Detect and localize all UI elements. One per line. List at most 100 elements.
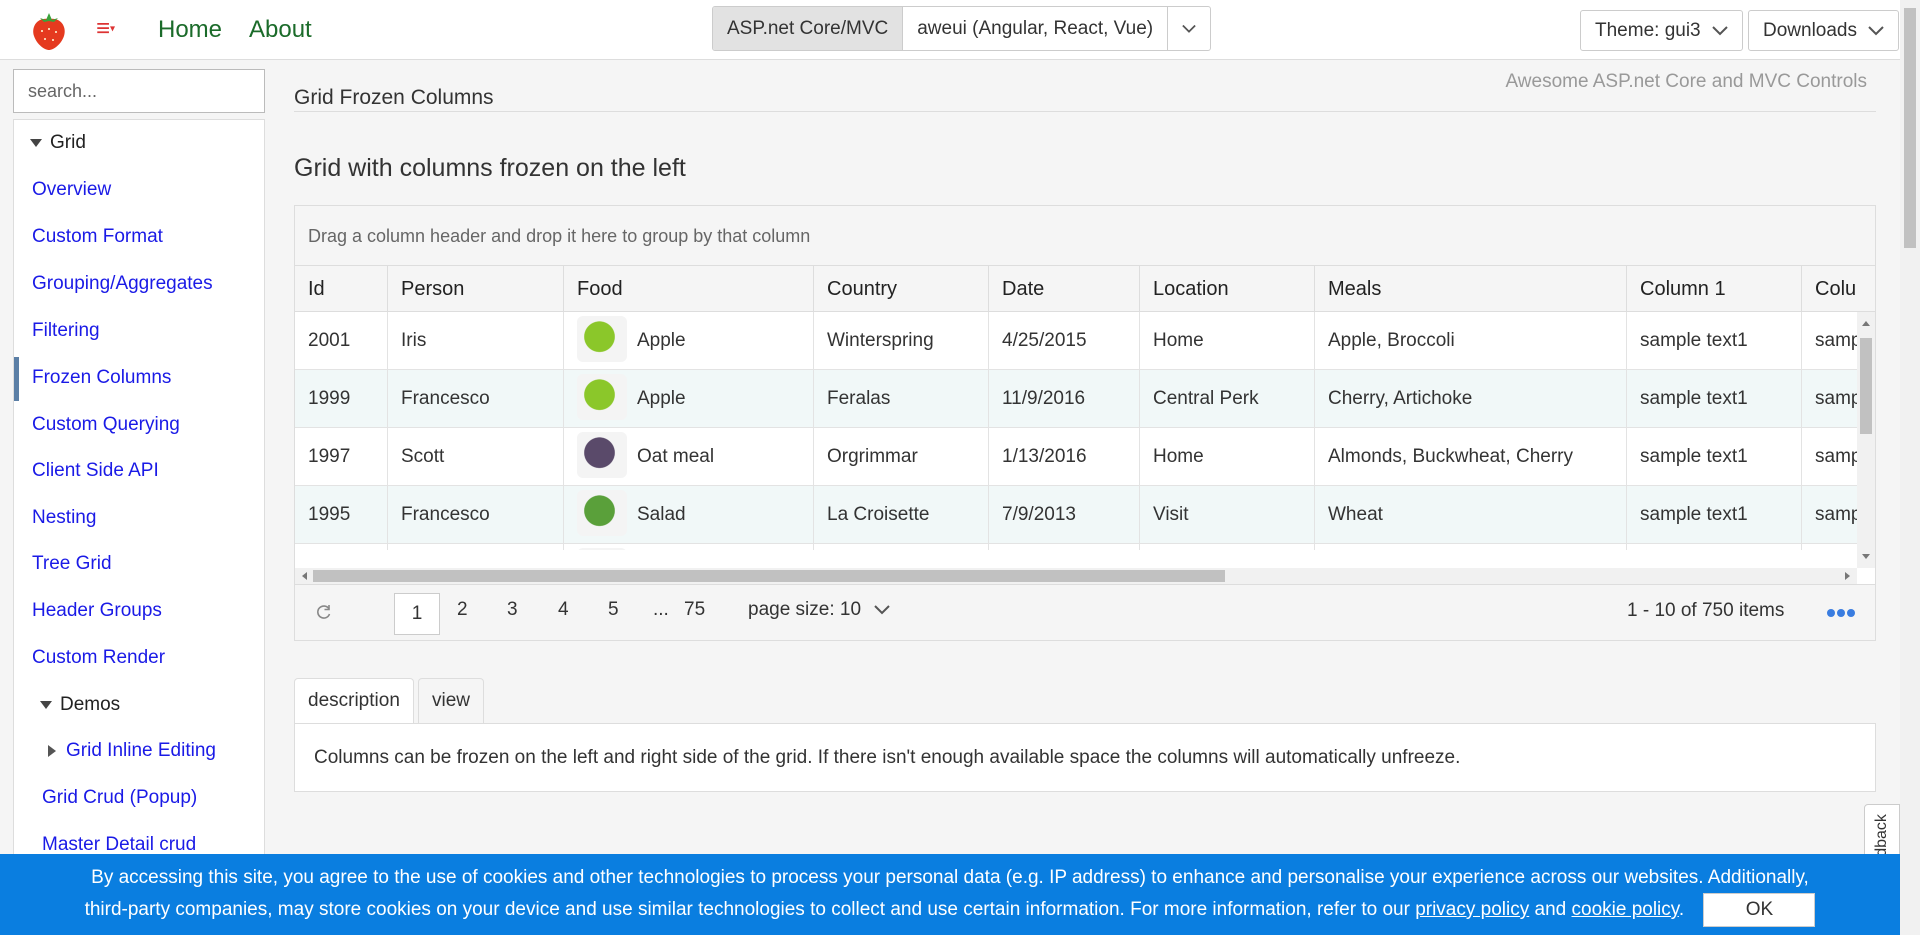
page-button-5[interactable]: 5 bbox=[608, 599, 619, 621]
page-ellipsis[interactable]: ... bbox=[653, 599, 669, 621]
scroll-thumb[interactable] bbox=[1904, 8, 1916, 248]
privacy-policy-link[interactable]: privacy policy bbox=[1415, 899, 1529, 920]
sidebar-item-filtering[interactable]: Filtering bbox=[32, 320, 100, 342]
cell-country: Feralas bbox=[814, 370, 989, 428]
scroll-left-icon[interactable] bbox=[297, 568, 311, 584]
scroll-right-icon[interactable] bbox=[1841, 568, 1855, 584]
sidebar-item-label: Grid Inline Editing bbox=[66, 740, 216, 761]
table-row[interactable]: 1995 Francesco Salad La Croisette 7/9/2013 Vi… bbox=[295, 486, 1857, 544]
food-label: Apple bbox=[637, 388, 686, 409]
cell-date: 11/9/2016 bbox=[989, 370, 1140, 428]
more-options-icon[interactable] bbox=[1826, 608, 1856, 618]
scroll-down-icon[interactable] bbox=[1857, 550, 1875, 564]
table-row[interactable]: 2001 Iris Apple Winterspring 4/25/2015 Home Ap… bbox=[295, 312, 1857, 370]
column-header-country[interactable]: Country bbox=[814, 266, 989, 311]
column-header-location[interactable]: Location bbox=[1140, 266, 1315, 311]
sidebar-item-nesting[interactable]: Nesting bbox=[32, 507, 96, 529]
cell-location: Home bbox=[1140, 312, 1315, 370]
vertical-scrollbar[interactable] bbox=[1857, 312, 1875, 568]
cell-column1: sample text1 bbox=[1627, 312, 1802, 370]
sidebar-search-input[interactable] bbox=[13, 69, 265, 113]
column-header-id[interactable]: Id bbox=[295, 266, 388, 311]
cell-location: Central Perk bbox=[1140, 370, 1315, 428]
sidebar-item-client-api[interactable]: Client Side API bbox=[32, 460, 159, 482]
column-header-meals[interactable]: Meals bbox=[1315, 266, 1627, 311]
sidebar-item-grouping[interactable]: Grouping/Aggregates bbox=[32, 273, 213, 295]
table-row[interactable]: 1993LisaShepherd's piePiccadilly7/9/2013… bbox=[295, 544, 1857, 550]
food-image-icon bbox=[577, 489, 627, 536]
group-drop-zone[interactable]: Drag a column header and drop it here to… bbox=[295, 206, 1875, 266]
page-button-1[interactable]: 1 bbox=[394, 593, 440, 635]
sidebar-item-overview[interactable]: Overview bbox=[32, 179, 111, 201]
cell-location: Home bbox=[1140, 428, 1315, 486]
sidebar-item-custom-querying[interactable]: Custom Querying bbox=[32, 414, 180, 436]
caret-down-icon bbox=[30, 138, 42, 147]
sidebar-item-grid-inline-editing[interactable]: Grid Inline Editing bbox=[48, 740, 216, 762]
strawberry-logo-icon[interactable] bbox=[29, 9, 69, 51]
page-size-label: page size: 10 bbox=[748, 599, 862, 620]
sidebar-item-custom-format[interactable]: Custom Format bbox=[32, 226, 163, 248]
table-row[interactable]: 1997 Scott Oat meal Orgrimmar 1/13/2016 Home A… bbox=[295, 428, 1857, 486]
tab-description[interactable]: description bbox=[294, 678, 414, 724]
tab-view[interactable]: view bbox=[418, 678, 485, 724]
refresh-icon[interactable] bbox=[315, 603, 333, 621]
column-header-column1[interactable]: Column 1 bbox=[1627, 266, 1802, 311]
downloads-dropdown[interactable]: Downloads bbox=[1748, 10, 1900, 51]
cell-meals: Carrot, Broccoli bbox=[1315, 544, 1627, 550]
chevron-down-icon bbox=[874, 605, 891, 615]
cell-country: Winterspring bbox=[814, 312, 989, 370]
page-button-2[interactable]: 2 bbox=[457, 599, 468, 621]
sidebar-item-custom-render[interactable]: Custom Render bbox=[32, 647, 165, 669]
cookie-ok-button[interactable]: OK bbox=[1703, 893, 1816, 927]
theme-label: Theme: gui3 bbox=[1595, 20, 1701, 41]
sidebar-item-tree-grid[interactable]: Tree Grid bbox=[32, 553, 112, 575]
items-count: 1 - 10 of 750 items bbox=[1627, 600, 1785, 621]
cell-meals: Apple, Broccoli bbox=[1315, 312, 1627, 370]
menu-icon[interactable]: ≡▾ bbox=[96, 16, 115, 43]
platform-aspnet-button[interactable]: ASP.net Core/MVC bbox=[713, 7, 904, 50]
page-button-4[interactable]: 4 bbox=[558, 599, 569, 621]
food-image-icon bbox=[577, 547, 627, 550]
scroll-up-icon[interactable] bbox=[1857, 316, 1875, 330]
page-scrollbar[interactable] bbox=[1900, 0, 1920, 935]
cookie-policy-link[interactable]: cookie policy bbox=[1572, 899, 1679, 920]
sidebar-item-frozen-columns[interactable]: Frozen Columns bbox=[32, 367, 171, 389]
cell-meals: Almonds, Buckwheat, Cherry bbox=[1315, 428, 1627, 486]
cell-meals: Cherry, Artichoke bbox=[1315, 370, 1627, 428]
column-header-person[interactable]: Person bbox=[388, 266, 564, 311]
scroll-thumb[interactable] bbox=[313, 570, 1225, 582]
sidebar-item-grid-crud-popup[interactable]: Grid Crud (Popup) bbox=[42, 787, 197, 809]
theme-dropdown[interactable]: Theme: gui3 bbox=[1580, 10, 1743, 51]
cell-food: Shepherd's pie bbox=[564, 544, 814, 550]
cell-date: 7/9/2013 bbox=[989, 486, 1140, 544]
scroll-thumb[interactable] bbox=[1860, 338, 1872, 434]
column-header-food[interactable]: Food bbox=[564, 266, 814, 311]
grid-pager: 1 2 3 4 5 ... 75 page size: 10 1 - 10 of… bbox=[295, 584, 1875, 640]
cell-column1: sample text1 bbox=[1627, 486, 1802, 544]
cell-date: 4/25/2015 bbox=[989, 312, 1140, 370]
food-label: Oat meal bbox=[637, 446, 715, 467]
food-label: Apple bbox=[637, 330, 686, 351]
page-button-3[interactable]: 3 bbox=[507, 599, 518, 621]
page-size-dropdown[interactable]: page size: 10 bbox=[748, 599, 891, 621]
column-header-column2[interactable]: Colu bbox=[1802, 266, 1875, 311]
food-label: Salad bbox=[637, 504, 686, 525]
column-header-date[interactable]: Date bbox=[989, 266, 1140, 311]
nav-home-link[interactable]: Home bbox=[158, 16, 222, 44]
sidebar-item-master-detail[interactable]: Master Detail crud bbox=[42, 834, 196, 856]
nav-about-link[interactable]: About bbox=[249, 16, 312, 44]
sidebar-item-demos[interactable]: Demos bbox=[40, 694, 120, 716]
platform-aweui-button[interactable]: aweui (Angular, React, Vue) bbox=[903, 7, 1169, 50]
cell-location: Visit bbox=[1140, 486, 1315, 544]
horizontal-scrollbar[interactable] bbox=[295, 568, 1857, 584]
chevron-down-icon[interactable] bbox=[1168, 7, 1210, 50]
tagline: Awesome ASP.net Core and MVC Controls bbox=[1505, 71, 1867, 92]
page-title: Grid Frozen Columns bbox=[294, 86, 494, 109]
page-button-last[interactable]: 75 bbox=[684, 599, 705, 621]
cell-column2: samp bbox=[1802, 428, 1857, 486]
cookie-period: . bbox=[1678, 899, 1685, 921]
cell-food: Oat meal bbox=[564, 428, 814, 486]
table-row[interactable]: 1999 Francesco Apple Feralas 11/9/2016 Centra… bbox=[295, 370, 1857, 428]
sidebar-item-grid[interactable]: Grid bbox=[30, 132, 86, 154]
sidebar-item-header-groups[interactable]: Header Groups bbox=[32, 600, 162, 622]
